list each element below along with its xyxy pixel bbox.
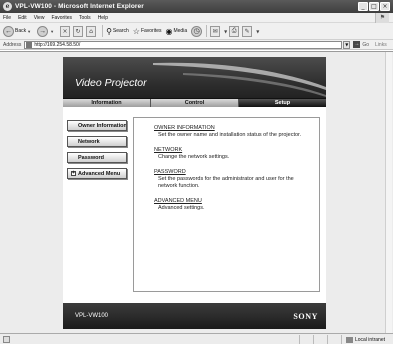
password-link[interactable]: PASSWORD <box>154 169 319 175</box>
advanced-menu-button[interactable]: + Advanced Menu <box>67 168 127 179</box>
menu-file[interactable]: File <box>3 15 11 21</box>
advanced-menu-description: Advanced settings. <box>158 205 205 211</box>
status-cell <box>312 335 327 344</box>
address-input[interactable]: http://169.254.58.50/ <box>24 40 343 49</box>
search-label: Search <box>112 28 129 34</box>
minimize-button[interactable]: _ <box>358 2 368 11</box>
vertical-scrollbar[interactable] <box>385 52 392 334</box>
search-button[interactable]: ⚲ Search <box>106 27 129 36</box>
chevron-down-icon[interactable]: ▼ <box>50 29 54 34</box>
advanced-menu-label: Advanced Menu <box>78 170 121 177</box>
banner-title: Video Projector <box>75 77 147 89</box>
menu-bar: File Edit View Favorites Tools Help ⚑ <box>0 13 393 23</box>
security-zone: Local intranet <box>340 335 393 344</box>
window-title: VPL-VW100 - Microsoft Internet Explorer <box>15 3 144 10</box>
page-footer: VPL-VW100 SONY <box>63 303 326 329</box>
address-url[interactable]: http://169.254.58.50/ <box>34 42 80 48</box>
address-bar: Address http://169.254.58.50/ ▼ → Go Lin… <box>0 40 393 50</box>
section-network: NETWORK Change the network settings. <box>154 147 319 161</box>
windows-logo-icon: ⚑ <box>375 13 389 23</box>
stop-icon[interactable]: × <box>60 25 71 37</box>
tab-information[interactable]: Information <box>63 99 151 107</box>
window-controls: _ □ × <box>358 2 390 11</box>
chevron-down-icon[interactable]: ▼ <box>27 29 31 34</box>
sony-logo: SONY <box>293 311 318 321</box>
status-cell <box>298 335 313 344</box>
owner-information-description: Set the owner name and installation stat… <box>158 132 302 138</box>
navigation-toolbar: ← Back ▼ → ▼ × ↻ ⌂ ⚲ Search ☆ Favorites … <box>0 23 393 40</box>
mail-icon[interactable]: ✉ <box>210 25 221 37</box>
footer-model-name: VPL-VW100 <box>75 313 109 319</box>
advanced-menu-link[interactable]: ADVANCED MENU <box>154 198 319 204</box>
chevron-down-icon[interactable]: ▼ <box>256 29 259 34</box>
owner-information-button[interactable]: Owner Information <box>67 120 127 131</box>
home-icon[interactable]: ⌂ <box>86 25 97 37</box>
page-icon <box>26 41 33 48</box>
window-title-bar: e VPL-VW100 - Microsoft Internet Explore… <box>0 0 393 13</box>
page-status-icon <box>3 335 10 343</box>
history-icon[interactable]: ◷ <box>191 25 203 37</box>
header-banner: Video Projector Information Control Setu… <box>63 57 326 107</box>
tab-control[interactable]: Control <box>151 99 239 107</box>
menu-favorites[interactable]: Favorites <box>51 15 72 21</box>
network-link[interactable]: NETWORK <box>154 147 319 153</box>
links-button[interactable]: Links <box>375 42 387 48</box>
projector-web-page: Video Projector Information Control Setu… <box>63 57 326 329</box>
status-cell <box>326 335 341 344</box>
favorites-button[interactable]: ☆ Favorites <box>133 27 162 36</box>
forward-arrow-icon: → <box>37 25 49 37</box>
owner-information-link[interactable]: OWNER INFORMATION <box>154 125 319 131</box>
network-button[interactable]: Network <box>67 136 127 147</box>
back-button[interactable]: ← Back ▼ <box>3 25 33 37</box>
maximize-button[interactable]: □ <box>369 2 379 11</box>
address-label: Address <box>3 41 22 48</box>
close-button[interactable]: × <box>380 2 390 11</box>
media-button[interactable]: ◉ Media <box>166 27 188 36</box>
status-cells: Local intranet <box>298 334 393 344</box>
go-button[interactable]: → Go <box>353 41 369 48</box>
menu-view[interactable]: View <box>34 15 45 21</box>
menu-help[interactable]: Help <box>98 15 108 21</box>
favorites-label: Favorites <box>140 28 162 34</box>
back-label: Back <box>15 28 27 34</box>
chevron-down-icon[interactable]: ▼ <box>224 29 227 34</box>
go-label: Go <box>362 41 370 48</box>
refresh-icon[interactable]: ↻ <box>73 25 84 37</box>
section-advanced-menu: ADVANCED MENU Advanced settings. <box>154 198 319 212</box>
toolbar-divider <box>102 25 104 37</box>
media-label: Media <box>173 28 188 34</box>
section-owner-information: OWNER INFORMATION Set the owner name and… <box>154 125 319 139</box>
internet-explorer-icon: e <box>3 2 12 11</box>
expand-plus-icon[interactable]: + <box>71 171 76 176</box>
print-icon[interactable]: ⎙ <box>229 25 240 37</box>
go-arrow-icon: → <box>353 41 361 48</box>
setup-content-panel: OWNER INFORMATION Set the owner name and… <box>133 117 320 292</box>
browser-viewport: Video Projector Information Control Setu… <box>0 51 393 334</box>
menu-tools[interactable]: Tools <box>79 15 91 21</box>
back-arrow-icon: ← <box>3 25 14 37</box>
menu-edit[interactable]: Edit <box>18 15 27 21</box>
status-bar: Local intranet <box>0 333 393 344</box>
intranet-icon <box>345 336 353 343</box>
tab-setup[interactable]: Setup <box>239 99 326 107</box>
password-button[interactable]: Password <box>67 152 127 163</box>
password-description: Set the passwords for the administrator … <box>158 176 294 189</box>
main-tabs: Information Control Setup <box>63 98 326 107</box>
star-icon: ☆ <box>132 26 140 36</box>
toolbar-divider <box>206 25 208 37</box>
search-icon: ⚲ <box>106 26 112 36</box>
security-zone-label: Local intranet <box>354 336 385 343</box>
section-password: PASSWORD Set the passwords for the admin… <box>154 169 319 190</box>
network-description: Change the network settings. <box>158 154 230 160</box>
media-icon: ◉ <box>165 26 173 36</box>
edit-icon[interactable]: ✎ <box>242 25 253 37</box>
forward-button[interactable]: → ▼ <box>37 25 56 37</box>
address-dropdown-icon[interactable]: ▼ <box>343 40 351 49</box>
